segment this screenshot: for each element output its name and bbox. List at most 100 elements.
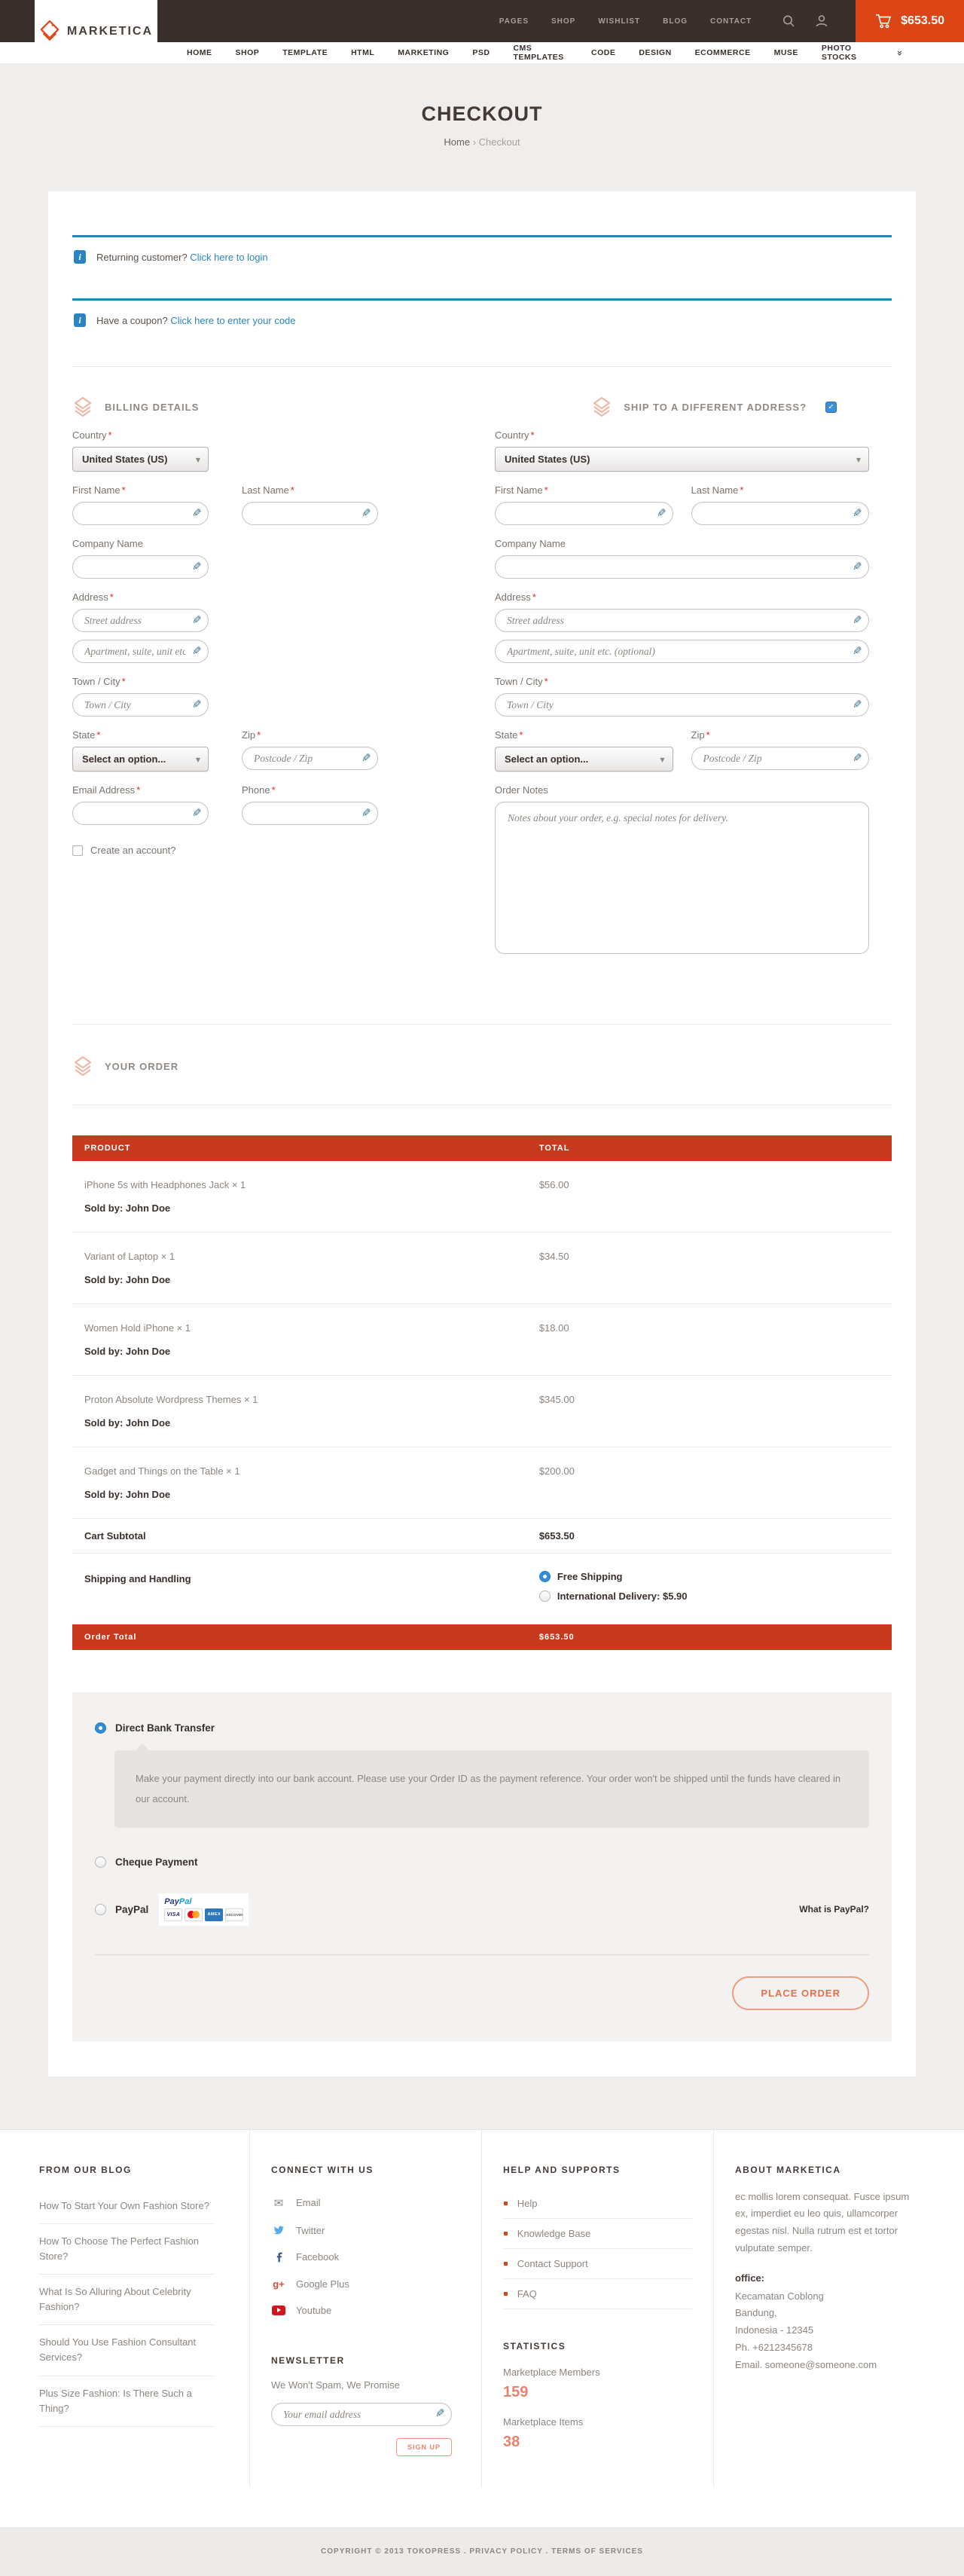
shipping-first-name-input[interactable] (495, 502, 673, 525)
blog-post-link[interactable]: What Is So Alluring About Celebrity Fash… (39, 2275, 214, 2325)
subnav-psd[interactable]: PSD (472, 48, 490, 57)
subnav-shop[interactable]: SHOP (236, 48, 260, 57)
subnav-home[interactable]: HOME (187, 48, 212, 57)
company-label: Company Name (72, 538, 453, 549)
ship-different-checkbox[interactable]: ✓ (825, 402, 837, 413)
visa-card-icon: VISA (164, 1908, 182, 1921)
billing-last-name-input[interactable] (242, 502, 378, 525)
radio-icon[interactable] (95, 1856, 106, 1868)
mastercard-icon (185, 1908, 203, 1921)
billing-town-input[interactable] (72, 693, 209, 717)
faq-link[interactable]: ▪FAQ (503, 2279, 692, 2309)
bank-transfer-option[interactable]: Direct Bank Transfer (95, 1722, 869, 1734)
subnav-cms-templates[interactable]: CMS TEMPLATES (513, 44, 568, 62)
billing-first-name-input[interactable] (72, 502, 209, 525)
your-order-section: YOUR ORDER PRODUCT TOTAL iPhone 5s with … (72, 1024, 892, 2042)
radio-selected-icon[interactable] (95, 1722, 106, 1734)
cart-button[interactable]: $653.50 (856, 0, 964, 42)
select-value: Select an option... (82, 753, 166, 765)
subnav-code[interactable]: CODE (591, 48, 615, 57)
table-row: Proton Absolute Wordpress Themes × 1 Sol… (72, 1376, 892, 1447)
billing-apartment-input[interactable] (72, 640, 209, 663)
shipping-state-select[interactable]: Select an option... ▼ (495, 747, 673, 772)
contact-support-link[interactable]: ▪Contact Support (503, 2249, 692, 2279)
twitter-link[interactable]: Twitter (271, 2217, 460, 2244)
blog-post-link[interactable]: Plus Size Fashion: Is There Such a Thing… (39, 2376, 214, 2427)
layers-icon (591, 397, 612, 417)
subnav-photo-stocks[interactable]: PHOTO STOCKS (822, 44, 873, 62)
blog-post-link[interactable]: How To Start Your Own Fashion Store? (39, 2189, 214, 2224)
required-mark: * (532, 591, 536, 603)
breadcrumb-home[interactable]: Home (444, 136, 470, 148)
help-link[interactable]: ▪Help (503, 2189, 692, 2219)
shipping-apartment-input[interactable] (495, 640, 869, 663)
info-icon: i (74, 313, 86, 327)
required-mark: * (531, 429, 535, 441)
billing-form: Country* United States (US) ▼ First Name… (72, 417, 453, 958)
shipping-country-select[interactable]: United States (US) ▼ (495, 447, 869, 472)
email-phone-row: Email Address* ✎ Phone* ✎ (72, 772, 453, 825)
billing-heading: BILLING DETAILS (72, 397, 199, 417)
more-categories-icon[interactable]: » (894, 50, 905, 56)
shipping-label: Shipping and Handling (72, 1554, 527, 1624)
blog-post-link[interactable]: Should You Use Fashion Consultant Servic… (39, 2325, 214, 2376)
knowledge-base-link[interactable]: ▪Knowledge Base (503, 2219, 692, 2249)
radio-selected-icon[interactable] (539, 1571, 551, 1582)
billing-email-input[interactable] (72, 802, 209, 825)
twitter-icon (271, 2226, 286, 2235)
subnav-design[interactable]: DESIGN (639, 48, 671, 57)
breadcrumb: Home › Checkout (0, 136, 964, 148)
subnav-template[interactable]: TEMPLATE (282, 48, 328, 57)
shipping-last-name-input[interactable] (691, 502, 870, 525)
google-plus-link[interactable]: g+ Google Plus (271, 2271, 460, 2297)
youtube-link[interactable]: Youtube (271, 2297, 460, 2324)
email-link[interactable]: ✉ Email (271, 2189, 460, 2217)
subnav-html[interactable]: HTML (351, 48, 374, 57)
brand-logo[interactable]: MARKETICA (35, 0, 157, 63)
facebook-link[interactable]: Facebook (271, 2244, 460, 2271)
order-notes-textarea[interactable] (495, 802, 869, 954)
subnav-muse[interactable]: MUSE (774, 48, 798, 57)
free-shipping-option[interactable]: Free Shipping (539, 1571, 880, 1582)
what-is-paypal-link[interactable]: What is PayPal? (799, 1904, 869, 1914)
subnav-marketing[interactable]: MARKETING (398, 48, 449, 57)
shipping-company-input[interactable] (495, 555, 869, 579)
shipping-town-input[interactable] (495, 693, 869, 717)
top-nav-contact[interactable]: CONTACT (710, 17, 752, 26)
radio-icon[interactable] (95, 1904, 106, 1915)
shipping-zip-input[interactable] (691, 747, 870, 770)
place-order-button[interactable]: PLACE ORDER (732, 1976, 869, 2010)
coupon-link[interactable]: Click here to enter your code (170, 315, 295, 326)
top-nav-wishlist[interactable]: WISHLIST (598, 17, 640, 26)
subnav-ecommerce[interactable]: ECOMMERCE (695, 48, 751, 57)
radio-icon[interactable] (539, 1591, 551, 1602)
top-nav-blog[interactable]: BLOG (663, 17, 688, 26)
search-icon[interactable] (782, 14, 795, 28)
terms-link[interactable]: TERMS OF SERVICES (551, 2547, 643, 2556)
newsletter-email-input[interactable] (271, 2403, 452, 2426)
shipping-street-input[interactable] (495, 609, 869, 632)
billing-street-input[interactable] (72, 609, 209, 632)
shipping-heading: SHIP TO A DIFFERENT ADDRESS? ✓ (591, 397, 837, 417)
create-account-checkbox[interactable] (72, 845, 83, 856)
required-mark: * (136, 784, 140, 796)
international-delivery-option[interactable]: International Delivery: $5.90 (539, 1591, 880, 1602)
user-icon[interactable] (815, 14, 828, 28)
billing-phone-input[interactable] (242, 802, 378, 825)
billing-country-select[interactable]: United States (US) ▼ (72, 447, 209, 472)
blog-post-link[interactable]: How To Choose The Perfect Fashion Store? (39, 2224, 214, 2275)
top-nav-shop[interactable]: SHOP (551, 17, 575, 26)
cheque-payment-option[interactable]: Cheque Payment (95, 1856, 869, 1868)
billing-state-select[interactable]: Select an option... ▼ (72, 747, 209, 772)
billing-title: BILLING DETAILS (105, 402, 199, 413)
signup-button[interactable]: SIGN UP (396, 2438, 452, 2456)
login-link[interactable]: Click here to login (190, 252, 267, 263)
top-nav-pages[interactable]: PAGES (499, 17, 529, 26)
brand-name: MARKETICA (67, 25, 153, 38)
billing-zip-input[interactable] (242, 747, 378, 770)
link-label: Facebook (296, 2251, 339, 2263)
office-label: office: (735, 2272, 925, 2284)
billing-company-input[interactable] (72, 555, 209, 579)
paypal-option[interactable]: PayPal (95, 1904, 148, 1915)
privacy-policy-link[interactable]: PRIVACY POLICY (469, 2547, 542, 2556)
